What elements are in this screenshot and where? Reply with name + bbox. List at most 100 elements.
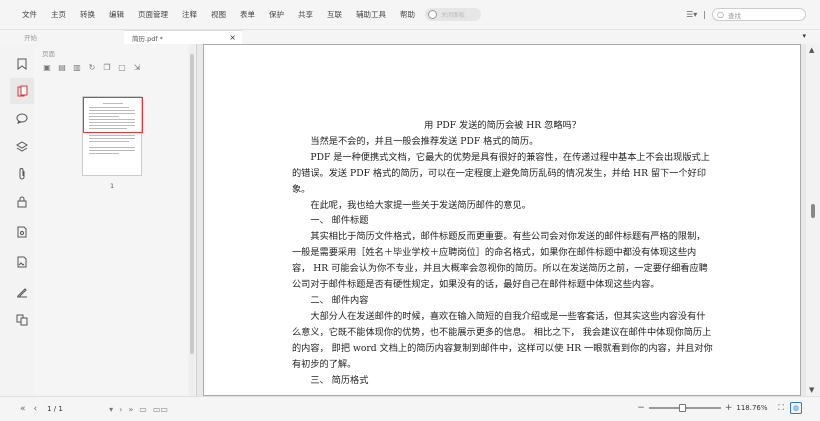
thumbnail-page-number: 1 [110, 182, 115, 190]
section-heading: 二、 邮件内容 [310, 294, 369, 306]
tab-dropdown-icon[interactable]: ▾ [802, 32, 806, 40]
thumb-text-line [89, 113, 135, 114]
menu-home[interactable]: 主页 [51, 9, 66, 20]
attachment-icon[interactable] [14, 166, 30, 182]
fit-page-icon[interactable]: ⛶ [778, 403, 784, 413]
thumb-text-line [89, 122, 135, 123]
thumb-text-line [89, 141, 129, 142]
layout-icon[interactable]: ☰▾ [686, 10, 697, 19]
rotate-page-icon[interactable]: ↻ [87, 62, 97, 72]
copy-page-icon[interactable]: ❐ [102, 62, 112, 72]
search-placeholder: 查找 [727, 11, 741, 20]
bookmark-icon[interactable] [14, 56, 30, 72]
extract-page-icon[interactable]: ▤ [57, 62, 67, 72]
zoom-in-icon[interactable]: + [725, 403, 733, 413]
dropdown-icon[interactable]: ▾ [109, 405, 113, 414]
thumb-text-line [89, 138, 135, 139]
status-bar: « ‹ 1 / 1 ▾ › » ▭ ▭▭ − + 118.76% ⛶ ◍ [0, 396, 820, 421]
zoom-out-icon[interactable]: − [637, 403, 645, 413]
scroll-down-icon[interactable]: ▼ [809, 386, 814, 394]
menu-bar: 文件 主页 转换 编辑 页面管理 注释 视图 表单 保护 共享 互联 辅助工具 … [0, 0, 820, 30]
close-icon[interactable]: × [229, 33, 236, 42]
tab-document[interactable]: 简历.pdf * × [124, 30, 242, 44]
zoom-level[interactable]: 118.76% [736, 404, 772, 412]
pages-icon[interactable] [14, 83, 30, 99]
section-heading: 一、 邮件标题 [310, 215, 369, 227]
vertical-scrollbar[interactable]: ▲ ▼ [806, 44, 820, 396]
file-security-icon[interactable] [14, 224, 30, 240]
single-page-icon[interactable]: ▭ [139, 405, 147, 414]
panel-tools: ▣ ▤ ▥ ↻ ❐ ▢ ⇲ [42, 62, 147, 72]
tab-bar: 开始 简历.pdf * × ▾ [0, 30, 820, 44]
thumb-text-line [89, 107, 129, 108]
zoom-slider-knob[interactable] [679, 404, 687, 412]
menu-right-tools: ☰▾ | ○ 查找 [686, 8, 806, 21]
left-toolbar [10, 50, 34, 396]
toggle-knob [428, 10, 437, 19]
replace-page-icon[interactable]: ▥ [72, 62, 82, 72]
layers-icon[interactable] [14, 138, 30, 154]
scroll-up-icon[interactable]: ▲ [809, 46, 814, 54]
paragraph: 当然是不会的，并且一般会推荐发送 PDF 格式的简历。 [310, 135, 539, 147]
thumb-text-line [89, 110, 135, 111]
separator-icon: | [703, 10, 706, 19]
insert-page-icon[interactable]: ▣ [42, 62, 52, 72]
image-icon[interactable] [14, 254, 30, 270]
thumbnail-panel: 页面 ▣ ▤ ▥ ↻ ❐ ▢ ⇲ 1 [34, 44, 188, 396]
menu-form[interactable]: 表单 [240, 9, 255, 20]
toggle-label: 关闭面板 [441, 12, 466, 19]
two-page-icon[interactable]: ▭▭ [153, 405, 168, 414]
menu-protect[interactable]: 保护 [269, 9, 284, 20]
menu-convert[interactable]: 转换 [80, 9, 95, 20]
delete-page-icon[interactable]: ▢ [117, 62, 127, 72]
panel-title: 页面 [42, 50, 55, 58]
thumb-text-line [103, 103, 123, 104]
menu-connect[interactable]: 互联 [327, 9, 342, 20]
menu-file[interactable]: 文件 [22, 9, 37, 20]
signature-icon[interactable] [14, 284, 30, 300]
page-properties-icon[interactable]: ⇲ [132, 62, 142, 72]
tab-start[interactable]: 开始 [24, 30, 124, 44]
paragraph: 在此呢，我也给大家提一些关于发送简历邮件的意见。 [310, 199, 531, 211]
next-page-icon[interactable]: › [119, 405, 122, 414]
menu-view[interactable]: 视图 [211, 9, 226, 20]
menu-edit[interactable]: 编辑 [109, 9, 124, 20]
lock-icon[interactable] [14, 194, 30, 210]
document-title: 用 PDF 发送的简历会被 HR 忽略吗？ [424, 120, 581, 131]
paragraph: 大部分人在发送邮件的时候，喜欢在输入简短的自我介绍或是一些客套话，但其实这些内容… [292, 310, 713, 370]
panel-scrollbar[interactable] [189, 44, 195, 396]
last-page-icon[interactable]: » [128, 405, 133, 414]
thumb-text-line [89, 119, 135, 120]
first-page-icon[interactable]: « [20, 404, 26, 414]
thumb-text-line [89, 147, 135, 148]
menu-help[interactable]: 帮助 [400, 9, 415, 20]
pdf-page[interactable]: 用 PDF 发送的简历会被 HR 忽略吗？ 当然是不会的，并且一般会推荐发送 P… [203, 44, 801, 396]
menu-share[interactable]: 共享 [298, 9, 313, 20]
previous-page-icon[interactable]: ‹ [34, 404, 38, 414]
search-input[interactable]: ○ 查找 [712, 8, 806, 21]
paragraph: PDF 是一种便携式文档，它最大的优势是具有很好的兼容性，在传递过程中基本上不会… [292, 151, 710, 195]
section-heading: 三、 简历格式 [310, 374, 369, 386]
ai-assistant-icon[interactable]: ◍ [790, 402, 802, 414]
page-indicator[interactable]: 1 / 1 [47, 405, 103, 413]
tab-start-label: 开始 [24, 34, 37, 42]
tab-document-label: 简历.pdf * [132, 34, 163, 43]
document-text: 用 PDF 发送的简历会被 HR 忽略吗？ 当然是不会的，并且一般会推荐发送 P… [292, 118, 713, 388]
zoom-slider[interactable] [648, 404, 721, 412]
thumb-text-line [89, 125, 135, 126]
thumb-text-line [89, 135, 135, 136]
panel-toggle[interactable]: 关闭面板 [425, 8, 481, 21]
menu-annotate[interactable]: 注释 [182, 9, 197, 20]
page-thumbnail[interactable] [82, 96, 143, 176]
comment-icon[interactable] [14, 110, 30, 126]
search-icon: ○ [717, 10, 724, 19]
menu-accessibility[interactable]: 辅助工具 [356, 9, 386, 20]
document-viewer: 用 PDF 发送的简历会被 HR 忽略吗？ 当然是不会的，并且一般会推荐发送 P… [196, 44, 806, 396]
menu-page-manage[interactable]: 页面管理 [138, 9, 168, 20]
thumb-text-line [89, 153, 119, 154]
thumb-text-line [89, 128, 127, 129]
thumb-text-line [89, 150, 135, 151]
compare-icon[interactable] [14, 312, 30, 328]
panel-scrollbar-thumb[interactable] [190, 54, 194, 354]
scrollbar-thumb[interactable] [811, 204, 815, 218]
